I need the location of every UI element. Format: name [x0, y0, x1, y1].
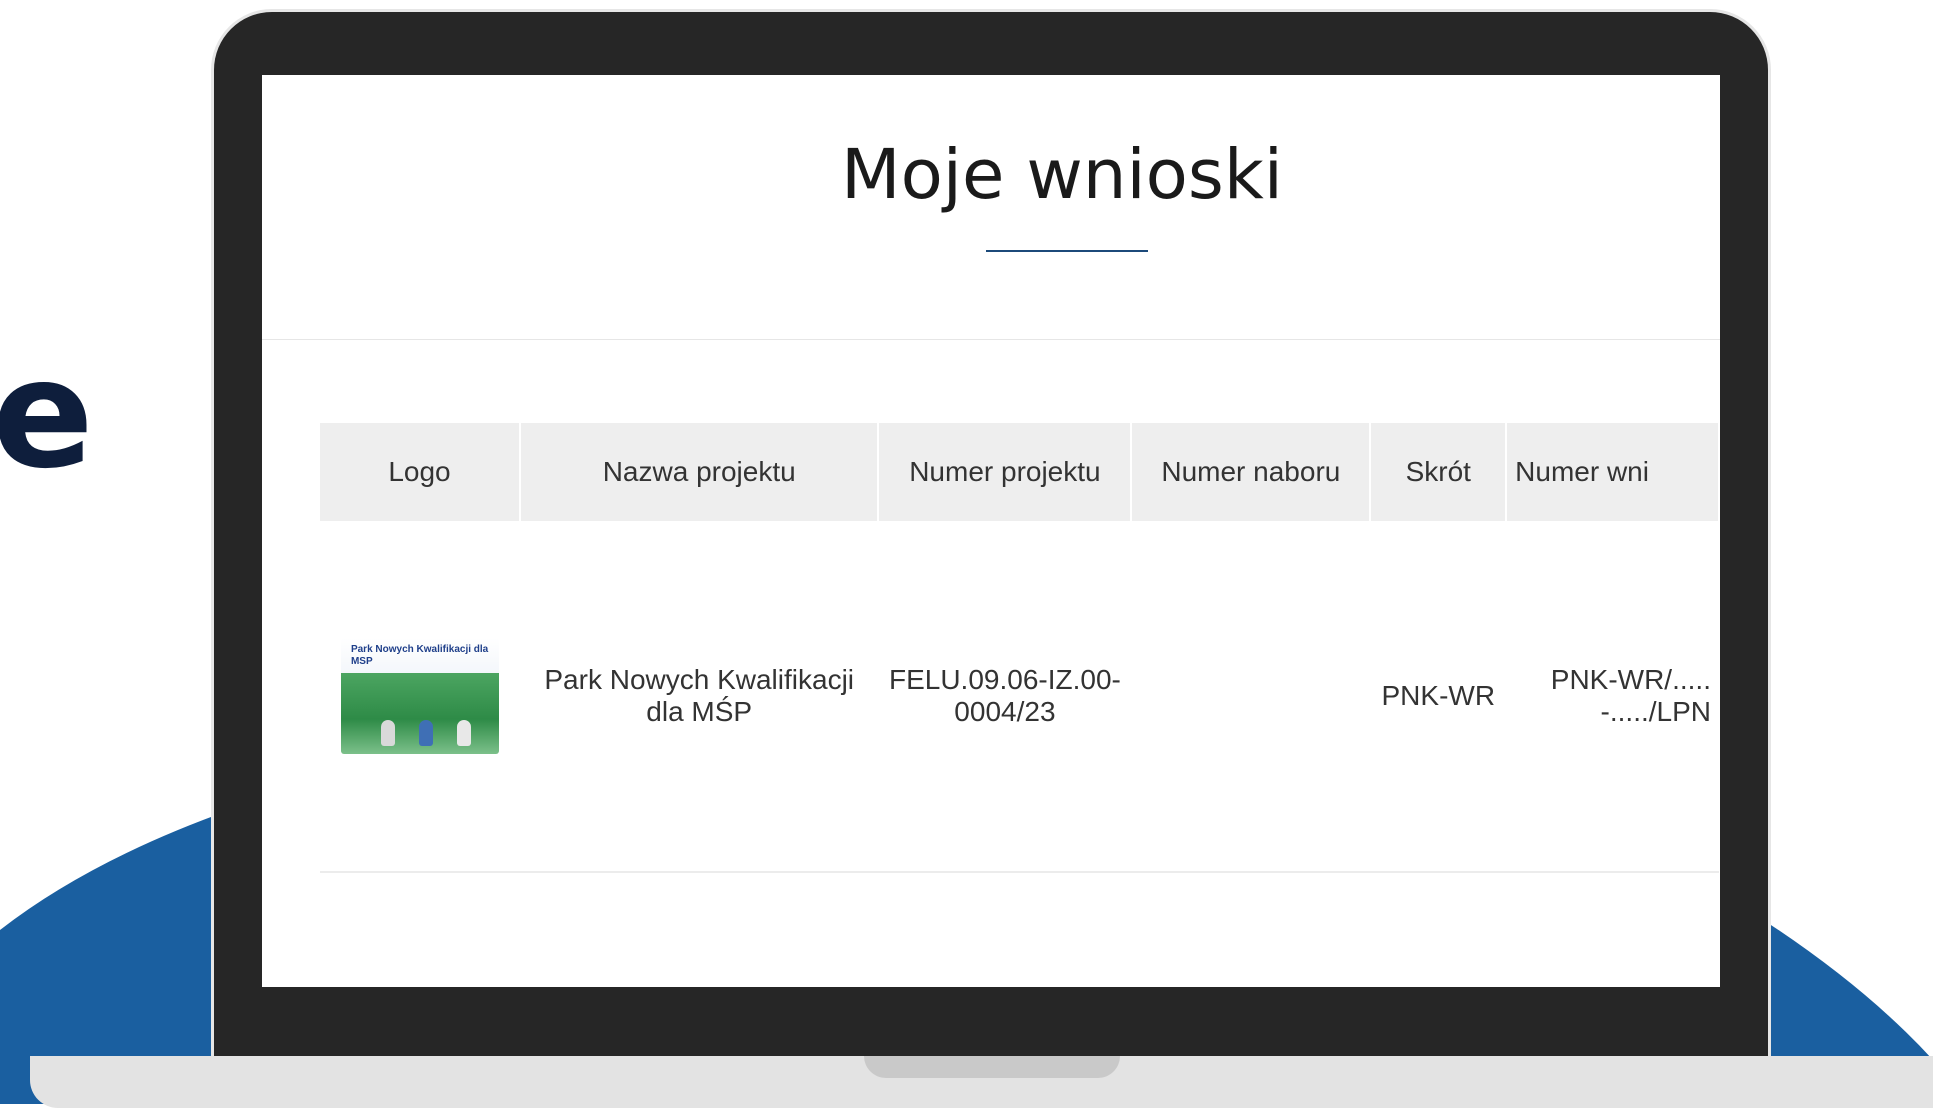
- column-header-application-number[interactable]: Numer wni: [1506, 423, 1720, 521]
- cell-project-name: Park Nowych Kwalifikacji dla MŚP: [519, 521, 879, 873]
- project-logo-text: Park Nowych Kwalifikacji dla MSP: [350, 644, 489, 667]
- thumbnail-figure: [380, 720, 395, 746]
- title-underline: [986, 250, 1148, 252]
- thumbnail-figure: [418, 720, 433, 746]
- laptop-notch: [864, 1056, 1120, 1078]
- project-logo-thumbnail[interactable]: Park Nowych Kwalifikacji dla MSP: [340, 638, 499, 754]
- header-divider: [262, 339, 1720, 340]
- column-header-call-number[interactable]: Numer naboru: [1131, 423, 1372, 521]
- thumbnail-figure: [456, 720, 471, 746]
- applications-table: Logo Nazwa projektu Numer projektu Numer…: [320, 423, 1720, 873]
- cell-abbreviation: PNK-WR: [1370, 521, 1507, 873]
- column-header-project-number[interactable]: Numer projektu: [878, 423, 1133, 521]
- table-row[interactable]: Park Nowych Kwalifikacji dla MSP Park No…: [320, 521, 1719, 873]
- cell-application-number: PNK-WR/.....-...../LPN: [1506, 521, 1719, 873]
- column-header-project-name[interactable]: Nazwa projektu: [519, 423, 880, 521]
- table-header-row: Logo Nazwa projektu Numer projektu Numer…: [320, 423, 1720, 521]
- column-header-logo[interactable]: Logo: [320, 423, 521, 521]
- page-title: Moje wnioski: [841, 135, 1283, 215]
- cell-project-number: FELU.09.06-IZ.00-0004/23: [878, 521, 1132, 873]
- laptop-screen: Moje wnioski Logo Nazwa projektu Numer p…: [262, 75, 1720, 987]
- cell-logo: Park Nowych Kwalifikacji dla MSP: [320, 521, 520, 873]
- cell-call-number: [1131, 521, 1371, 873]
- background-letter: e: [0, 328, 94, 502]
- column-header-abbreviation[interactable]: Skrót: [1370, 423, 1508, 521]
